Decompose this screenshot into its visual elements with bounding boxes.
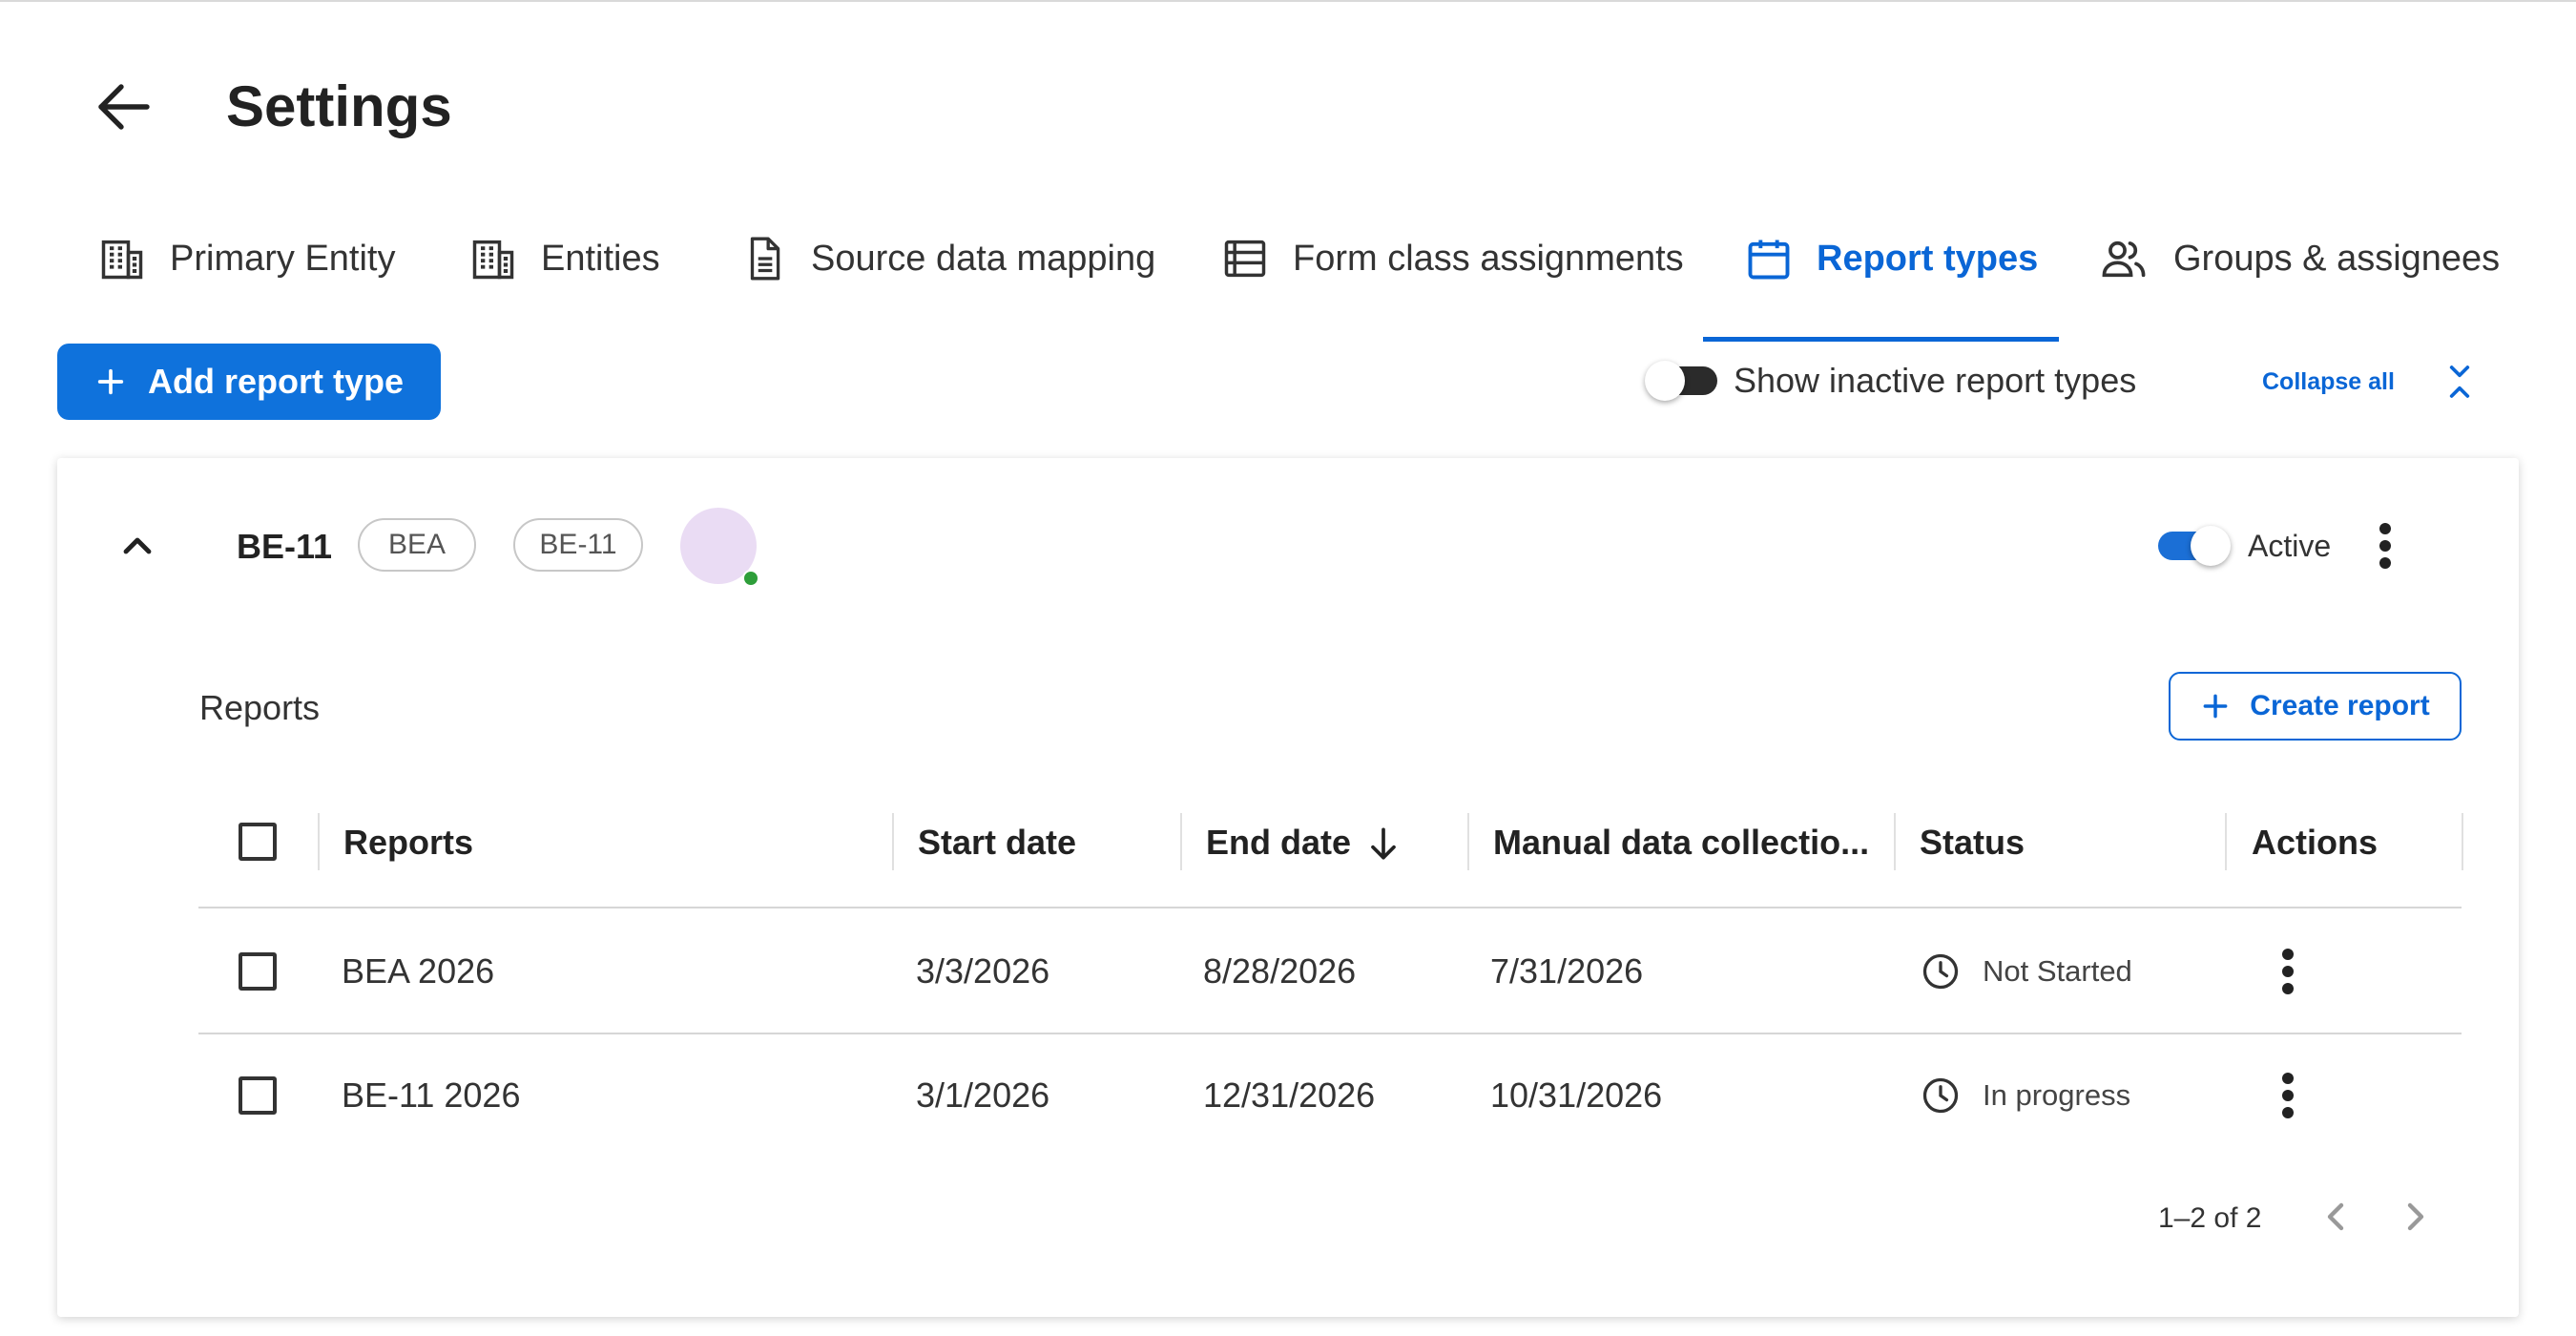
reports-section-label: Reports	[199, 688, 321, 727]
column-divider	[318, 813, 320, 870]
tab-label: Groups & assignees	[2173, 238, 2501, 279]
column-divider	[2225, 813, 2227, 870]
building-icon	[472, 240, 514, 280]
tab-label: Primary Entity	[170, 238, 396, 279]
plus-icon	[2203, 694, 2228, 719]
column-divider	[892, 813, 894, 870]
tab-report-types[interactable]: Report types	[1744, 221, 2038, 296]
row-more-options-icon[interactable]	[2269, 943, 2307, 1000]
row-checkbox[interactable]	[239, 952, 277, 991]
tag-chip: BEA	[358, 518, 476, 572]
report-name-cell[interactable]: BE-11 2026	[342, 1072, 520, 1119]
tab-label: Form class assignments	[1293, 238, 1684, 279]
status-cell: In progress	[1920, 1072, 2130, 1119]
header-divider	[198, 907, 2462, 908]
row-more-options-icon[interactable]	[2269, 1067, 2307, 1124]
page-title: Settings	[226, 74, 452, 138]
list-icon	[1224, 240, 1266, 278]
report-name-cell[interactable]: BEA 2026	[342, 948, 494, 995]
toggle-knob	[1645, 361, 1685, 401]
arrow-left-icon	[98, 84, 150, 130]
column-header-start-date[interactable]: Start date	[918, 819, 1076, 866]
more-options-icon[interactable]	[2366, 517, 2404, 574]
chevron-up-icon[interactable]	[114, 523, 160, 569]
create-report-button[interactable]: Create report	[2169, 672, 2462, 741]
select-all-checkbox[interactable]	[239, 823, 277, 861]
collapse-all-icon[interactable]	[2441, 363, 2479, 401]
end-date-cell: 8/28/2026	[1203, 951, 1357, 991]
presence-indicator	[742, 570, 759, 587]
row-divider	[198, 1033, 2462, 1034]
column-header-status[interactable]: Status	[1920, 819, 2025, 866]
tab-groups-assignees[interactable]: Groups & assignees	[2097, 221, 2500, 296]
pagination-range: 1–2 of 2	[2158, 1202, 2262, 1234]
start-date-cell: 3/3/2026	[916, 951, 1050, 991]
show-inactive-label: Show inactive report types	[1734, 361, 2137, 400]
building-icon	[101, 240, 143, 280]
next-page-button[interactable]	[2393, 1194, 2439, 1240]
manual-collection-cell: 7/31/2026	[1490, 951, 1644, 991]
add-report-type-label: Add report type	[147, 362, 404, 401]
tab-label: Report types	[1817, 238, 2039, 279]
status-text: In progress	[1983, 1078, 2131, 1112]
people-icon	[2102, 240, 2146, 278]
sort-descending-icon[interactable]	[1362, 823, 1404, 865]
clock-icon	[1922, 953, 1959, 990]
column-divider	[1467, 813, 1469, 870]
chevron-left-icon	[2327, 1202, 2344, 1231]
collapse-all-link[interactable]: Collapse all	[2262, 365, 2395, 399]
start-date-cell: 3/1/2026	[916, 1075, 1050, 1115]
active-label: Active	[2248, 529, 2332, 563]
top-border	[0, 0, 2576, 2]
active-toggle[interactable]	[2158, 526, 2231, 566]
status-text: Not Started	[1983, 954, 2132, 988]
column-divider	[1180, 813, 1182, 870]
back-button[interactable]	[84, 73, 164, 141]
tab-form-class-assignments[interactable]: Form class assignments	[1220, 221, 1684, 296]
plus-icon	[97, 368, 124, 395]
report-type-name: BE-11	[237, 527, 333, 566]
add-report-type-button[interactable]: Add report type	[57, 344, 441, 420]
show-inactive-toggle[interactable]	[1645, 361, 1717, 401]
tab-label: Entities	[541, 238, 660, 279]
toggle-knob	[2191, 526, 2231, 566]
chevron-right-icon	[2407, 1202, 2424, 1231]
previous-page-button[interactable]	[2313, 1194, 2358, 1240]
create-report-label: Create report	[2250, 690, 2430, 721]
active-tab-indicator	[1703, 337, 2059, 342]
end-date-cell: 12/31/2026	[1203, 1075, 1376, 1115]
report-type-card	[57, 458, 2519, 1317]
tab-label: Source data mapping	[811, 238, 1156, 279]
clock-icon	[1922, 1077, 1959, 1114]
manual-collection-cell: 10/31/2026	[1490, 1075, 1663, 1115]
column-divider	[1894, 813, 1896, 870]
row-checkbox[interactable]	[239, 1076, 277, 1115]
column-divider	[2462, 813, 2463, 870]
tab-entities[interactable]: Entities	[468, 221, 660, 296]
tag-chip: BE-11	[513, 518, 643, 572]
tab-source-data-mapping[interactable]: Source data mapping	[740, 221, 1155, 296]
column-header-actions: Actions	[2252, 823, 2379, 862]
tab-primary-entity[interactable]: Primary Entity	[97, 221, 395, 296]
column-header-end-date[interactable]: End date	[1206, 819, 1351, 866]
status-cell: Not Started	[1920, 948, 2132, 995]
document-icon	[750, 237, 780, 281]
column-header-reports[interactable]: Reports	[343, 819, 473, 866]
calendar-icon	[1748, 240, 1790, 280]
column-header-manual-data-collection[interactable]: Manual data collectio...	[1493, 819, 1869, 866]
